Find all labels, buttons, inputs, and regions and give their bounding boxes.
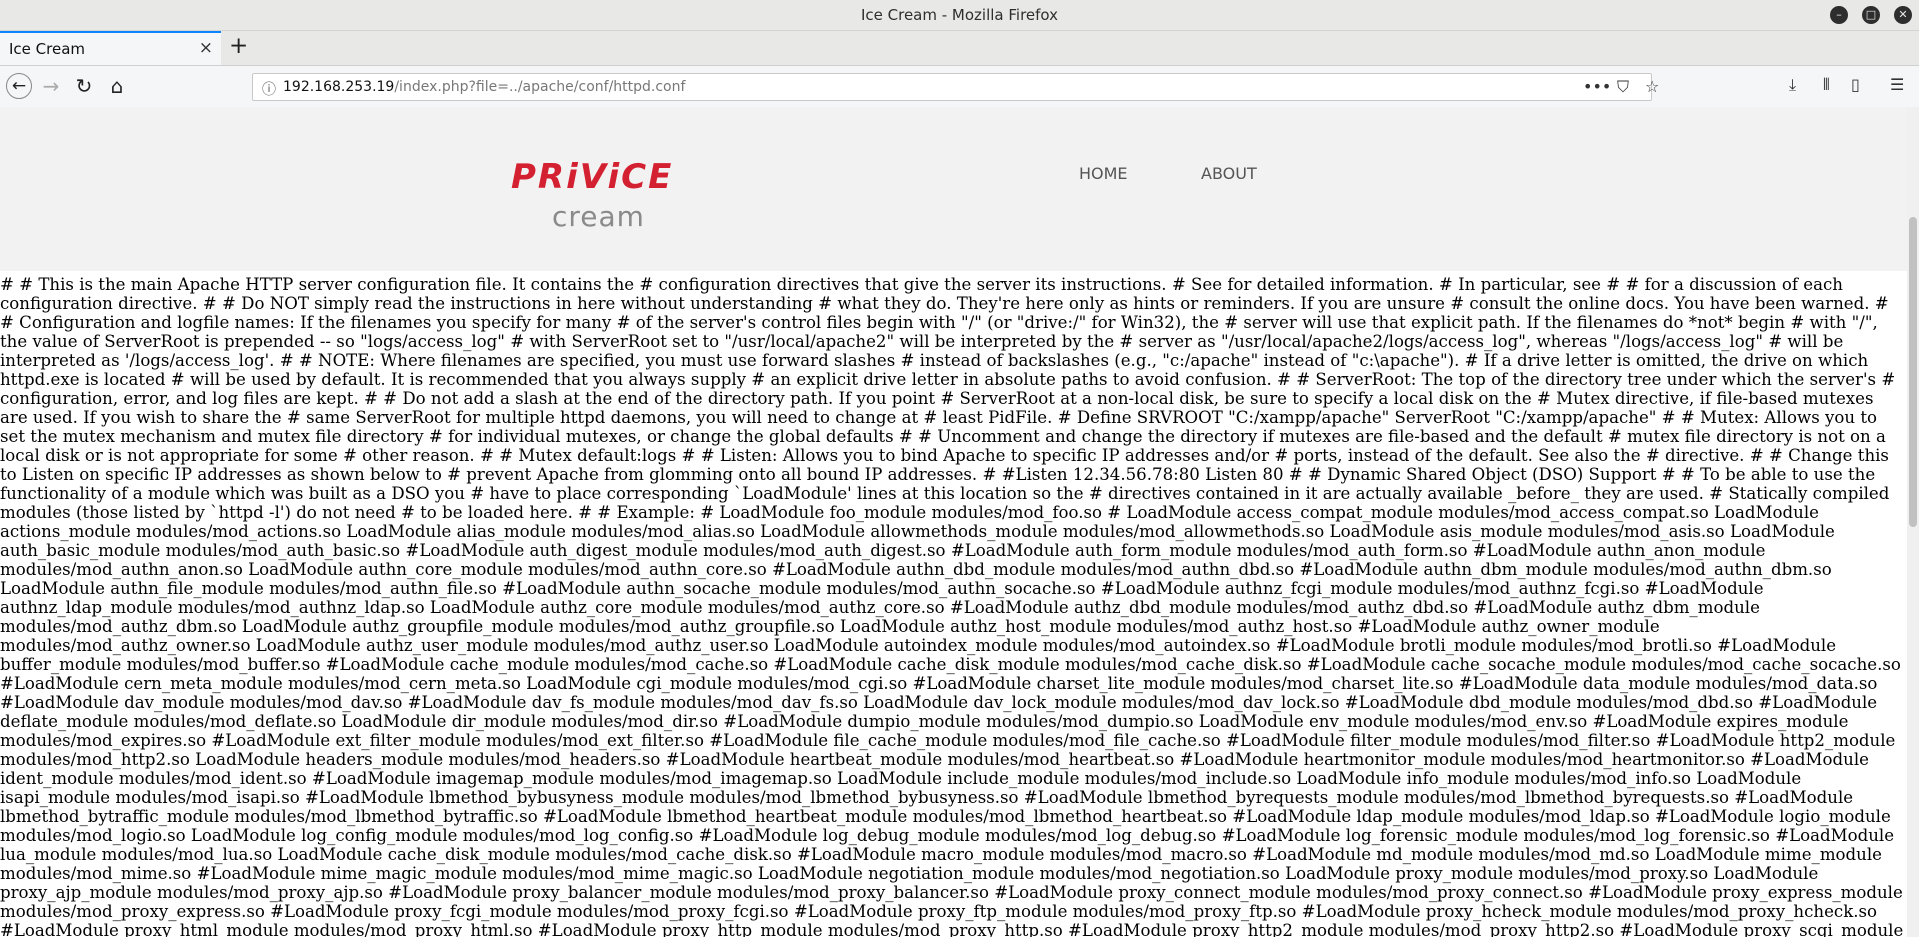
sidebar-icon[interactable]: ▯ [1851, 75, 1860, 94]
url-host: 192.168.253.19 [283, 79, 395, 95]
logo-text[interactable]: PRiViCE [511, 157, 673, 197]
info-icon[interactable]: ⓘ [262, 79, 276, 99]
url-path: /index.php?file=../apache/conf/httpd.con… [394, 79, 686, 95]
reload-icon[interactable]: ↻ [71, 73, 97, 99]
new-tab-icon[interactable]: + [229, 33, 248, 59]
download-icon[interactable]: ⤓ [1789, 75, 1796, 95]
window-title: Ice Cream - Mozilla Firefox [860, 6, 1059, 24]
window-titlebar: Ice Cream - Mozilla Firefox – □ ✕ [0, 0, 1919, 31]
menu-icon[interactable]: ☰ [1890, 75, 1904, 94]
minimize-icon[interactable]: – [1830, 6, 1848, 24]
home-icon[interactable]: ⌂ [104, 73, 130, 99]
pocket-icon[interactable]: ⛉ [1617, 77, 1629, 97]
nav-home-link[interactable]: HOME [1079, 164, 1128, 183]
page-scrollbar[interactable] [1907, 107, 1919, 937]
tab-ice-cream[interactable]: Ice Cream × [0, 31, 221, 65]
config-file-text: # # This is the main Apache HTTP server … [0, 275, 1904, 937]
forward-icon[interactable]: → [38, 73, 64, 99]
close-icon[interactable]: ✕ [1894, 6, 1912, 24]
nav-about-link[interactable]: ABOUT [1201, 164, 1257, 183]
tab-close-icon[interactable]: × [199, 38, 213, 58]
tab-bar: Ice Cream × + [0, 31, 1919, 66]
nav-toolbar: ← → ↻ ⌂ ⓘ 192.168.253.19/index.php?file=… [0, 66, 1919, 108]
more-icon[interactable]: ••• [1583, 77, 1611, 96]
maximize-icon[interactable]: □ [1862, 6, 1880, 24]
tab-label: Ice Cream [9, 40, 86, 58]
scrollbar-thumb[interactable] [1909, 217, 1917, 527]
site-header: PRiViCE cream HOME ABOUT [0, 107, 1919, 271]
back-icon[interactable]: ← [6, 73, 32, 99]
bookmark-star-icon[interactable]: ☆ [1645, 77, 1659, 96]
url-bar[interactable]: ⓘ 192.168.253.19/index.php?file=../apach… [252, 73, 1659, 101]
library-icon[interactable]: ⫴ [1823, 75, 1830, 95]
logo-subtext: cream [552, 200, 645, 233]
url-text[interactable]: 192.168.253.19/index.php?file=../apache/… [283, 79, 685, 95]
page-content: PRiViCE cream HOME ABOUT # # This is the… [0, 107, 1919, 937]
